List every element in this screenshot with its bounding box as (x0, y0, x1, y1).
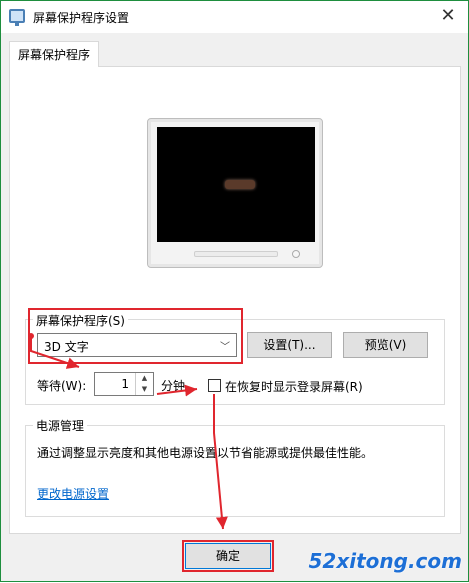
annotation-arrows (28, 333, 228, 530)
annotation-arrow-to-checkbox (156, 384, 198, 397)
tab-screensaver[interactable]: 屏幕保护程序 (9, 41, 100, 67)
annotation-arrow-to-stepper (30, 338, 80, 369)
screensaver-settings-window: 屏幕保护程序设置 ✕ 屏幕保护程序 屏幕保护程序(S) 3D 文字 ﹀ 设置(T… (0, 0, 469, 582)
annotation-arrow-to-ok (213, 394, 228, 530)
watermark: 52xitong.com (308, 549, 462, 573)
